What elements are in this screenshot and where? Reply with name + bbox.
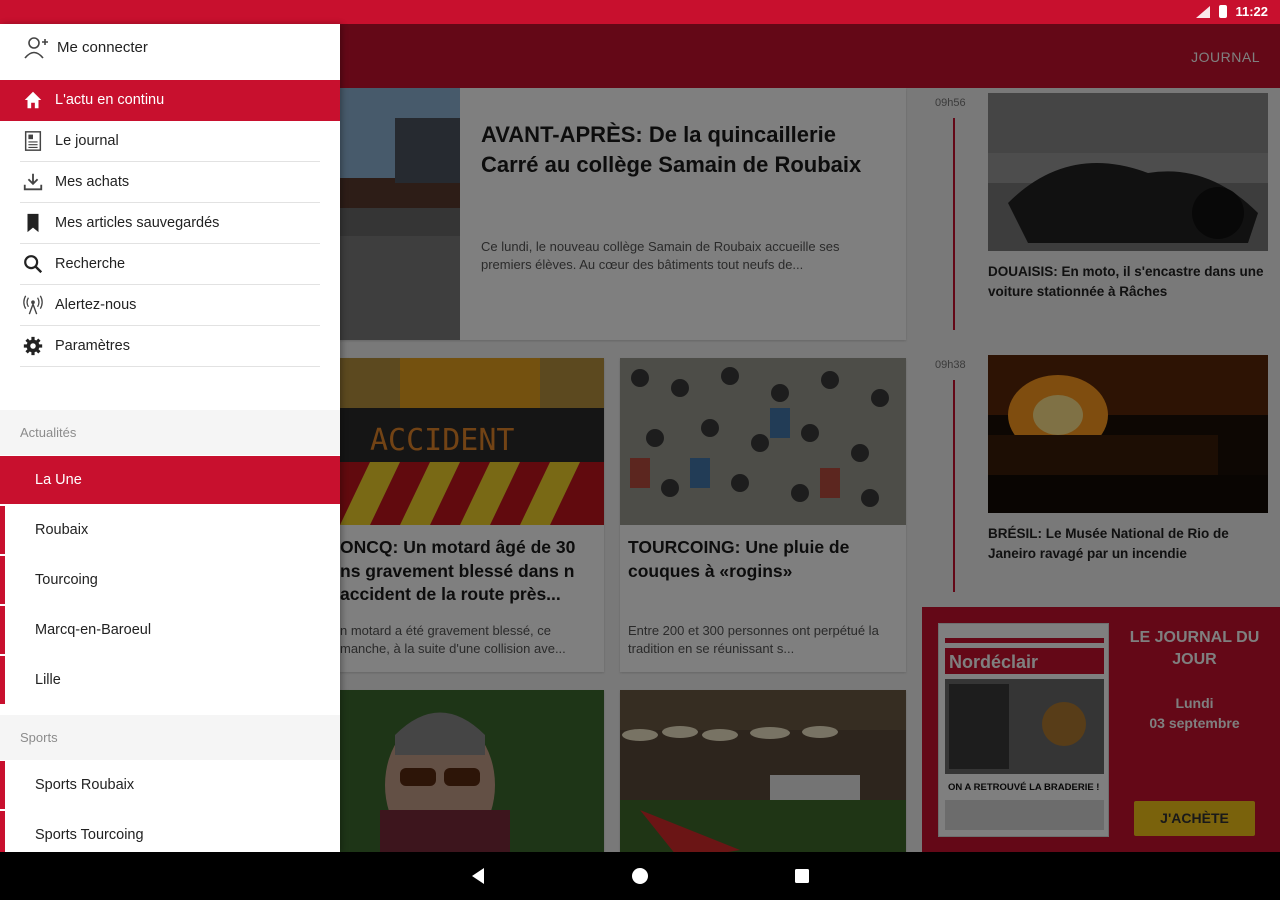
category-marker [0, 556, 5, 604]
category-sports-tourcoing[interactable]: Sports Tourcoing [0, 811, 340, 852]
category-label: Marcq-en-Baroeul [35, 622, 152, 638]
signal-icon [1196, 5, 1211, 18]
menu-label: Alertez-nous [55, 297, 137, 313]
menu-item-parametres[interactable]: Paramètres [0, 326, 340, 367]
status-icons: 11:22 [1195, 4, 1268, 19]
menu-item-actu[interactable]: L'actu en continu [0, 80, 340, 121]
menu-divider [20, 366, 320, 367]
category-tourcoing[interactable]: Tourcoing [0, 556, 340, 604]
category-roubaix[interactable]: Roubaix [0, 506, 340, 554]
gear-icon [23, 336, 43, 356]
category-label: Sports Tourcoing [35, 827, 144, 843]
menu-label: Mes achats [55, 174, 130, 190]
category-label: Lille [35, 672, 61, 688]
category-label: Roubaix [35, 522, 89, 538]
category-marker [0, 606, 5, 654]
section-title: Sports [20, 730, 58, 745]
broadcast-icon [23, 295, 43, 315]
login-label: Me connecter [57, 39, 148, 56]
menu-label: Recherche [55, 256, 126, 272]
menu-item-journal[interactable]: Le journal [0, 121, 340, 162]
back-icon[interactable] [468, 866, 488, 886]
section-title: Actualités [20, 425, 77, 440]
section-header-sports: Sports [0, 715, 340, 760]
category-label: Tourcoing [35, 572, 98, 588]
category-marker [0, 811, 5, 852]
system-nav-bar [0, 852, 1280, 900]
menu-label: L'actu en continu [55, 92, 165, 108]
home-button-icon[interactable] [630, 866, 650, 886]
section-header-actualites: Actualités [0, 410, 340, 455]
menu-item-recherche[interactable]: Recherche [0, 244, 340, 285]
category-marker [0, 761, 5, 809]
search-icon [24, 255, 43, 274]
menu-label: Le journal [55, 133, 119, 149]
category-label: La Une [35, 472, 82, 488]
bookmark-icon [27, 213, 39, 233]
menu-item-sauvegardes[interactable]: Mes articles sauvegardés [0, 203, 340, 244]
navigation-drawer: Me connecter L'actu en continu Le journa… [0, 24, 340, 852]
add-user-icon [24, 37, 48, 59]
menu-item-achats[interactable]: Mes achats [0, 162, 340, 203]
newspaper-icon [24, 131, 42, 151]
login-button[interactable]: Me connecter [0, 24, 340, 72]
category-la-une[interactable]: La Une [0, 456, 340, 504]
category-marker [0, 506, 5, 554]
menu-item-alertez[interactable]: Alertez-nous [0, 285, 340, 326]
menu-label: Mes articles sauvegardés [55, 215, 220, 231]
category-marker [0, 656, 5, 704]
menu-label: Paramètres [55, 338, 130, 354]
recents-icon[interactable] [792, 866, 812, 886]
status-time: 11:22 [1235, 4, 1268, 19]
home-icon [24, 91, 42, 109]
category-sports-roubaix[interactable]: Sports Roubaix [0, 761, 340, 809]
download-icon [23, 173, 43, 191]
category-label: Sports Roubaix [35, 777, 135, 793]
category-lille[interactable]: Lille [0, 656, 340, 704]
status-bar: 11:22 [0, 0, 1280, 24]
battery-icon [1219, 5, 1228, 18]
category-marcq[interactable]: Marcq-en-Baroeul [0, 606, 340, 654]
